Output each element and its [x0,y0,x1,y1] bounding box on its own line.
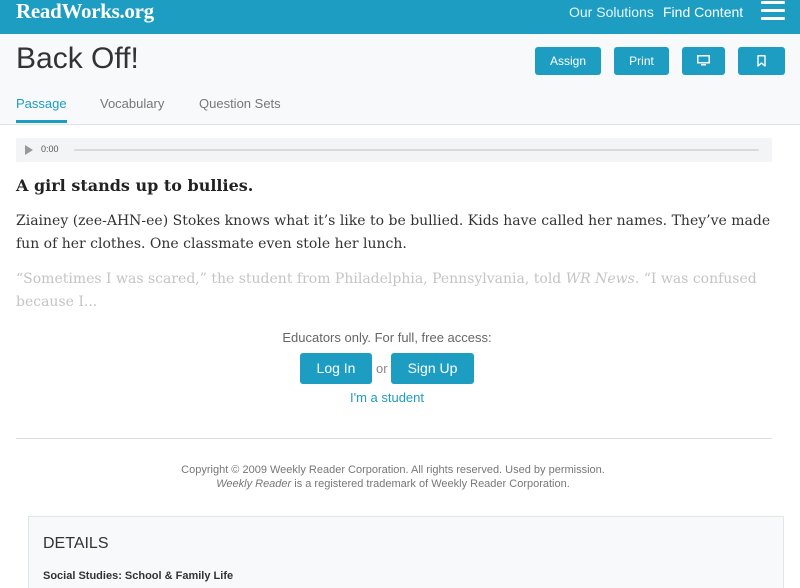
nav-our-solutions[interactable]: Our Solutions [569,4,654,20]
print-button[interactable]: Print [614,47,669,75]
top-navigation-bar: ReadWorks.org Our Solutions Find Content [0,0,800,34]
log-in-button[interactable]: Log In [300,353,372,384]
access-message: Educators only. For full, free access: [282,330,492,345]
page-title: Back Off! [16,42,139,75]
passage-header: Back Off! Assign Print Passage Vocabular… [0,34,800,125]
student-link[interactable]: I'm a student [0,390,774,405]
article-paragraph: Ziainey (zee-AHN-ee) Stokes knows what i… [16,213,771,252]
tab-vocabulary[interactable]: Vocabulary [100,96,164,111]
or-separator: or [376,361,388,376]
nav-find-content[interactable]: Find Content [663,4,743,20]
article-headline: A girl stands up to bullies. [16,176,254,195]
readworks-logo[interactable]: ReadWorks.org [16,0,154,24]
tab-passage[interactable]: Passage [16,96,67,111]
active-tab-indicator [16,120,67,123]
audio-progress-track[interactable] [74,149,759,151]
details-title: DETAILS [43,535,109,552]
play-icon[interactable] [25,145,33,155]
bookmark-icon [757,54,766,67]
copyright-line: Copyright © 2009 Weekly Reader Corporati… [181,464,605,476]
bookmark-button[interactable] [738,47,785,75]
audio-player: 0:00 [16,138,772,162]
present-button[interactable] [682,47,725,75]
assign-button[interactable]: Assign [535,47,601,75]
monitor-icon [697,55,710,66]
details-panel: DETAILS Social Studies: School & Family … [28,516,784,588]
details-subject: Social Studies: School & Family Life [43,570,234,582]
section-divider [16,438,772,439]
article-paragraph-faded: “Sometimes I was scared,” the student fr… [16,271,757,308]
trademark-line: Weekly Reader is a registered trademark … [216,478,570,490]
hamburger-menu-icon[interactable] [761,1,785,21]
audio-time: 0:00 [41,144,59,154]
sign-up-button[interactable]: Sign Up [391,353,474,384]
copyright-notice: Copyright © 2009 Weekly Reader Corporati… [0,463,786,491]
tab-question-sets[interactable]: Question Sets [199,96,281,111]
